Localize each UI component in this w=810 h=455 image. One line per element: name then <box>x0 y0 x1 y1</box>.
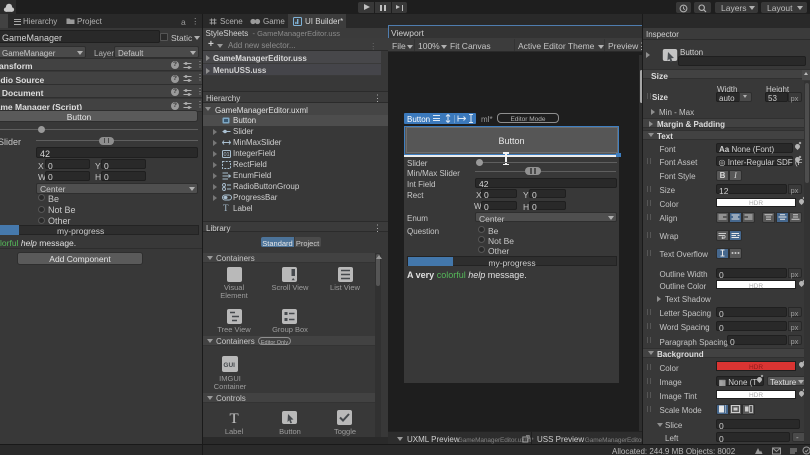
svg-text:T: T <box>230 411 239 426</box>
svg-text:GUI: GUI <box>223 362 235 369</box>
svg-text:01: 01 <box>224 152 230 158</box>
